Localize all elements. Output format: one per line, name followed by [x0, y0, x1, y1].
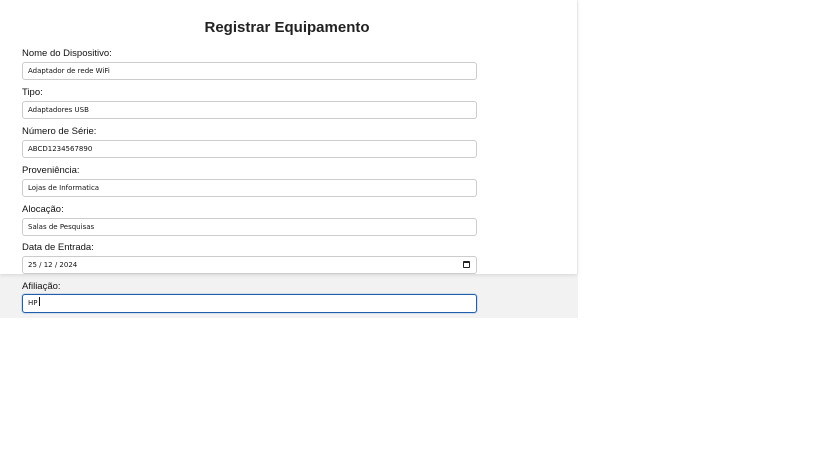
affiliation-input[interactable]: HP — [22, 294, 477, 313]
affiliation-value: HP — [28, 299, 38, 307]
entry-date-value: 25 / 12 / 2024 — [28, 261, 78, 269]
calendar-icon[interactable] — [463, 261, 470, 268]
page-title: Registrar Equipamento — [204, 19, 370, 36]
serial-number-label: Número de Série: — [22, 126, 97, 137]
origin-label: Proveniência: — [22, 165, 80, 176]
text-caret — [38, 297, 40, 306]
allocation-label: Alocação: — [22, 204, 64, 215]
type-label: Tipo: — [22, 87, 43, 98]
affiliation-label: Afiliação: — [22, 281, 61, 292]
device-name-label: Nome do Dispositivo: — [22, 48, 112, 59]
type-input[interactable]: Adaptadores USB — [22, 101, 477, 119]
device-name-input[interactable]: Adaptador de rede WiFi — [22, 62, 477, 80]
serial-number-input[interactable]: ABCD1234567890 — [22, 140, 477, 158]
entry-date-label: Data de Entrada: — [22, 242, 94, 253]
entry-date-input[interactable]: 25 / 12 / 2024 — [22, 256, 477, 274]
allocation-input[interactable]: Salas de Pesquisas — [22, 218, 477, 236]
origin-input[interactable]: Lojas de Informatica — [22, 179, 477, 197]
